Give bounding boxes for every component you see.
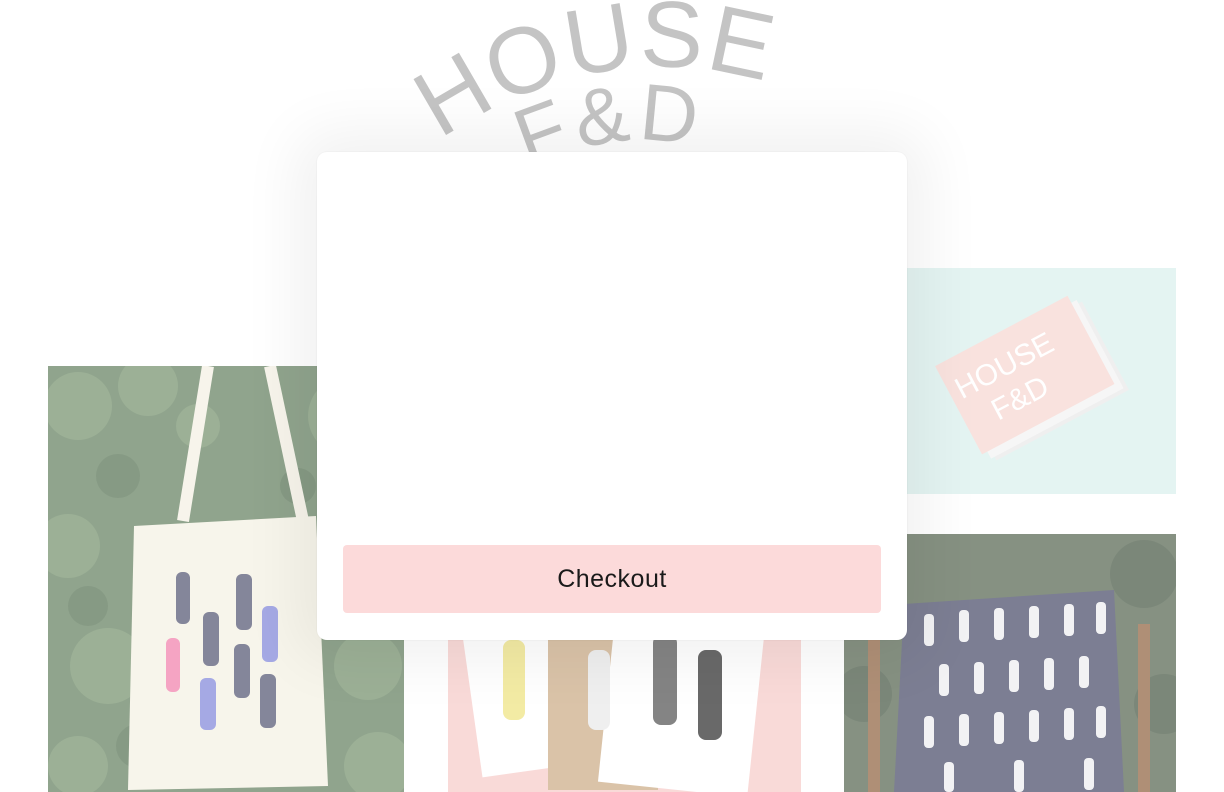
store-page: HOUSE F&D HOUSE F&D Checkout (0, 0, 1224, 792)
cart-modal: Checkout (317, 152, 907, 640)
cart-contents (317, 152, 907, 532)
checkout-button[interactable]: Checkout (343, 545, 881, 613)
